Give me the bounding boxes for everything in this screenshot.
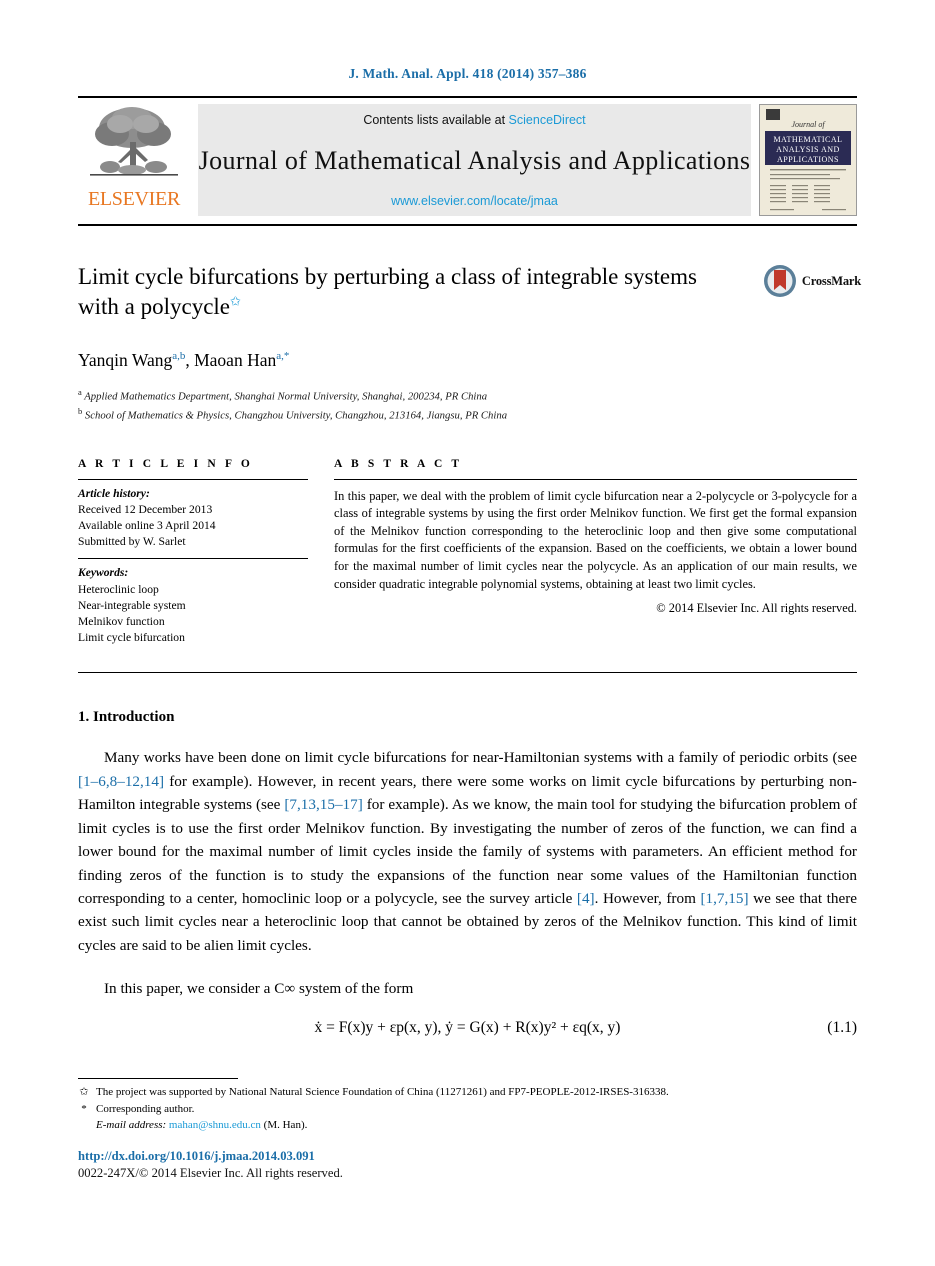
abstract-bottom-rule — [78, 672, 857, 674]
author-1-marks[interactable]: a,b — [172, 350, 185, 362]
abstract-copyright: © 2014 Elsevier Inc. All rights reserved… — [656, 601, 857, 616]
footnote-funding: ✩ The project was supported by National … — [78, 1084, 868, 1101]
journal-title: Journal of Mathematical Analysis and App… — [198, 145, 751, 175]
article-page: J. Math. Anal. Appl. 418 (2014) 357–386 — [0, 0, 935, 1266]
affiliation-a-mark: a — [78, 387, 82, 397]
running-head: J. Math. Anal. Appl. 418 (2014) 357–386 — [348, 66, 587, 81]
title-area: Limit cycle bifurcations by perturbing a… — [78, 262, 861, 328]
keyword-item: Limit cycle bifurcation — [78, 631, 185, 645]
para1-part-a: Many works have been done on limit cycle… — [104, 749, 857, 767]
affiliation-b: b School of Mathematics & Physics, Chang… — [78, 405, 857, 424]
svg-text:Journal of: Journal of — [791, 120, 826, 129]
elsevier-wordmark: ELSEVIER — [87, 188, 181, 210]
elsevier-logo: ELSEVIER — [78, 98, 190, 224]
crossmark-label: CrossMark — [801, 273, 861, 288]
footnote-asterisk-mark: * — [81, 1102, 87, 1115]
article-info-heading: A R T I C L E I N F O — [78, 457, 253, 470]
page-title: Limit cycle bifurcations by perturbing a… — [78, 262, 718, 322]
svg-text:ANALYSIS AND: ANALYSIS AND — [776, 145, 840, 154]
crossmark-icon — [763, 265, 796, 297]
svg-text:MATHEMATICAL: MATHEMATICAL — [773, 135, 842, 144]
contents-prefix: Contents lists available at — [363, 113, 509, 127]
affiliation-list: a Applied Mathematics Department, Shangh… — [78, 386, 857, 424]
abstract-heading: A B S T R A C T — [334, 457, 463, 470]
footnote-corresponding: * Corresponding author. — [78, 1101, 868, 1118]
email-label: E-mail address: — [96, 1119, 167, 1132]
journal-url[interactable]: www.elsevier.com/locate/jmaa — [391, 194, 558, 208]
journal-masthead: ELSEVIER Contents lists available at Sci… — [78, 96, 857, 226]
equation-body: ẋ = F(x)y + εp(x, y), ẏ = G(x) + R(x)y² … — [314, 1018, 621, 1036]
author-separator: , — [185, 350, 195, 370]
title-footnote-mark[interactable]: ✩ — [230, 293, 241, 308]
keyword-item: Near-integrable system — [78, 598, 186, 612]
equation-number: (1.1) — [827, 1018, 857, 1036]
section-heading-introduction: 1. Introduction — [78, 709, 175, 726]
journal-band: Contents lists available at ScienceDirec… — [198, 104, 751, 216]
author-2-marks[interactable]: a,* — [276, 350, 289, 362]
article-history-block: Article history: Received 12 December 20… — [78, 480, 308, 551]
history-item: Submitted by W. Sarlet — [78, 535, 186, 549]
crossmark-badge[interactable]: CrossMark — [763, 264, 861, 298]
keywords-heading: Keywords: — [78, 566, 129, 580]
introduction-paragraph-2: In this paper, we consider a C∞ system o… — [104, 980, 414, 998]
equation-1-1: ẋ = F(x)y + εp(x, y), ẏ = G(x) + R(x)y² … — [78, 1019, 857, 1037]
citation-link-1[interactable]: [1–6,8–12,14] — [78, 773, 164, 790]
citation-link-2[interactable]: [7,13,15–17] — [284, 796, 362, 813]
history-item: Available online 3 April 2014 — [78, 518, 216, 532]
sciencedirect-link[interactable]: ScienceDirect — [509, 113, 586, 127]
article-history-heading: Article history: — [78, 486, 150, 500]
keyword-item: Heteroclinic loop — [78, 582, 159, 596]
para1-part-d: . However, from — [594, 889, 701, 907]
abstract-text: In this paper, we deal with the problem … — [334, 488, 857, 591]
article-info-column: A R T I C L E I N F O Article history: R… — [78, 458, 308, 647]
footnote-corresponding-text: Corresponding author. — [96, 1102, 195, 1115]
author-2-name: Maoan Han — [194, 350, 277, 370]
footnote-rule — [78, 1078, 238, 1079]
email-suffix: (M. Han). — [263, 1119, 308, 1132]
footnote-block: ✩ The project was supported by National … — [78, 1084, 868, 1134]
footnote-email-row: E-mail address: mahan@shnu.edu.cn (M. Ha… — [96, 1117, 868, 1134]
doi-link[interactable]: http://dx.doi.org/10.1016/j.jmaa.2014.03… — [78, 1148, 343, 1165]
citation-link-3[interactable]: [4] — [577, 890, 595, 907]
author-1-name: Yanqin Wang — [78, 350, 173, 370]
affiliation-b-text: School of Mathematics & Physics, Changzh… — [84, 409, 508, 422]
cover-art: Journal of MATHEMATICAL ANALYSIS AND APP… — [760, 105, 856, 215]
affiliation-b-mark: b — [78, 405, 83, 416]
journal-cover-thumbnail: Journal of MATHEMATICAL ANALYSIS AND APP… — [759, 104, 857, 216]
citation-link-4[interactable]: [1,7,15] — [700, 890, 748, 907]
footnote-funding-text: The project was supported by National Na… — [96, 1086, 669, 1098]
email-link[interactable]: mahan@shnu.edu.cn — [169, 1119, 261, 1131]
abstract-column: A B S T R A C T In this paper, we deal w… — [334, 458, 857, 647]
issn-copyright-line: 0022-247X/© 2014 Elsevier Inc. All right… — [78, 1166, 343, 1181]
footer-block: http://dx.doi.org/10.1016/j.jmaa.2014.03… — [78, 1148, 343, 1182]
keywords-block: Keywords: Heteroclinic loop Near-integra… — [78, 559, 308, 646]
keyword-item: Melnikov function — [78, 615, 165, 629]
affiliation-a: a Applied Mathematics Department, Shangh… — [78, 386, 857, 405]
history-item: Received 12 December 2013 — [78, 502, 213, 516]
footnote-star-mark: ✩ — [79, 1086, 89, 1098]
contents-available-line: Contents lists available at ScienceDirec… — [363, 113, 585, 127]
author-list: Yanqin Wanga,b, Maoan Hana,* — [78, 350, 857, 371]
affiliation-a-text: Applied Mathematics Department, Shanghai… — [84, 390, 488, 403]
elsevier-tree-icon — [90, 107, 178, 176]
introduction-paragraph-1: Many works have been done on limit cycle… — [78, 746, 857, 957]
info-abstract-section: A R T I C L E I N F O Article history: R… — [78, 458, 857, 647]
svg-text:APPLICATIONS: APPLICATIONS — [777, 155, 839, 164]
paper-title-text: Limit cycle bifurcations by perturbing a… — [78, 264, 697, 319]
